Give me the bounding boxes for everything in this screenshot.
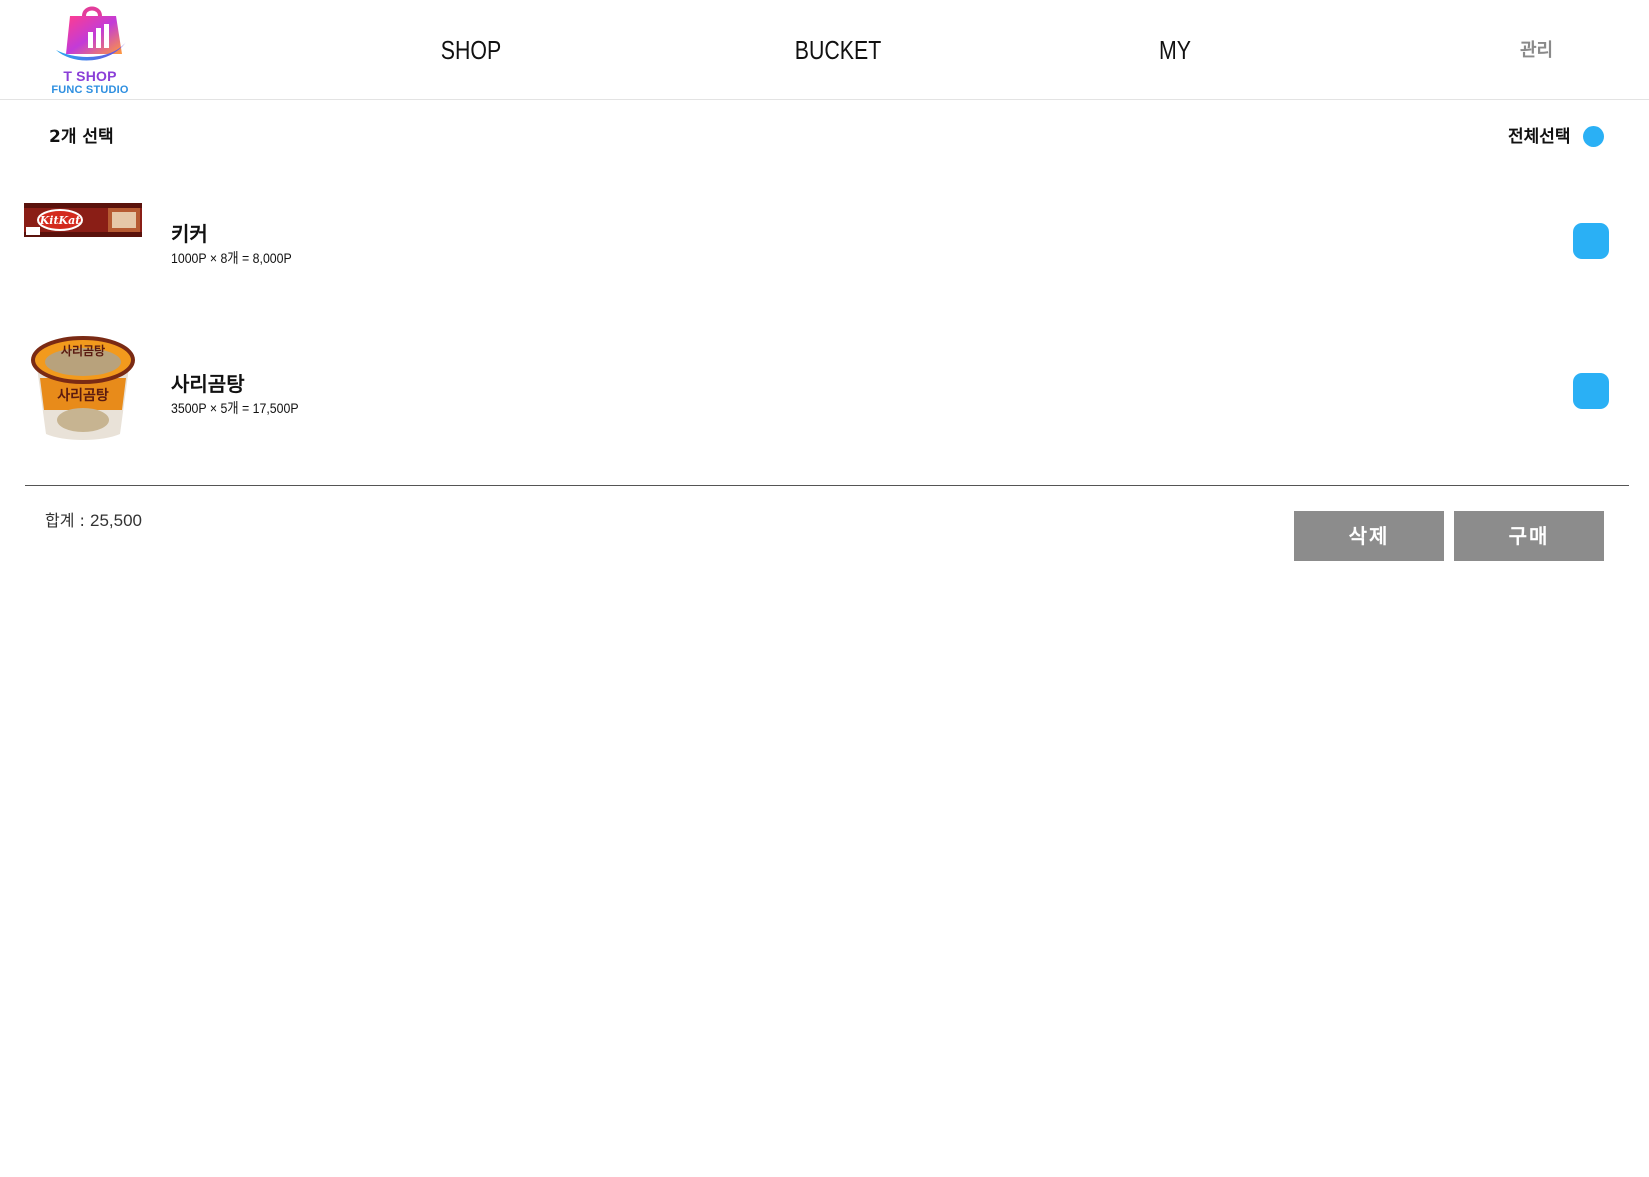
- total-amount: 합계 : 25,500: [45, 507, 142, 531]
- nav-admin[interactable]: 관리: [1520, 36, 1553, 66]
- kitkat-product-image: KitKat: [24, 203, 142, 237]
- svg-text:사리곰탕: 사리곰탕: [61, 343, 105, 358]
- divider: [25, 485, 1629, 486]
- item-checkbox[interactable]: [1573, 373, 1609, 409]
- nav-bucket[interactable]: BUCKET: [784, 30, 892, 70]
- select-all-toggle[interactable]: [1583, 126, 1604, 147]
- delete-button[interactable]: 삭제: [1294, 511, 1444, 561]
- total-label: 합계 :: [45, 511, 91, 530]
- shopping-bag-logo-icon: [56, 6, 126, 61]
- sarigomtang-product-image: 사리곰탕 사리곰탕: [31, 336, 135, 440]
- selected-count: 2개 선택: [49, 127, 114, 147]
- item-name: 키커: [171, 222, 208, 246]
- select-all-label[interactable]: 전체선택: [1508, 123, 1571, 151]
- total-value: 25,500: [90, 511, 143, 530]
- svg-text:사리곰탕: 사리곰탕: [57, 387, 109, 404]
- item-price-line: 1000P × 8개 = 8,000P: [171, 250, 292, 266]
- cart-item: KitKat 키커 1000P × 8개 = 8,000P: [0, 180, 1649, 300]
- buy-button[interactable]: 구매: [1454, 511, 1604, 561]
- item-price-line: 3500P × 5개 = 17,500P: [171, 400, 299, 416]
- logo-title: T SHOP: [63, 68, 117, 84]
- tshop-logo[interactable]: T SHOP FUNC STUDIO: [46, 2, 136, 96]
- top-header: T SHOP FUNC STUDIO SHOP BUCKET MY 관리: [0, 0, 1649, 100]
- nav-my[interactable]: MY: [1151, 30, 1199, 70]
- app-root: T SHOP FUNC STUDIO SHOP BUCKET MY 관리 2개 …: [0, 0, 1649, 1177]
- cart-item: 사리곰탕 사리곰탕 사리곰탕 3500P × 5개 = 17,500P: [0, 330, 1649, 450]
- svg-text:KitKat: KitKat: [39, 214, 81, 227]
- logo-subtitle: FUNC STUDIO: [51, 84, 129, 96]
- nav-shop[interactable]: SHOP: [429, 30, 513, 70]
- item-checkbox[interactable]: [1573, 223, 1609, 259]
- item-name: 사리곰탕: [171, 372, 245, 396]
